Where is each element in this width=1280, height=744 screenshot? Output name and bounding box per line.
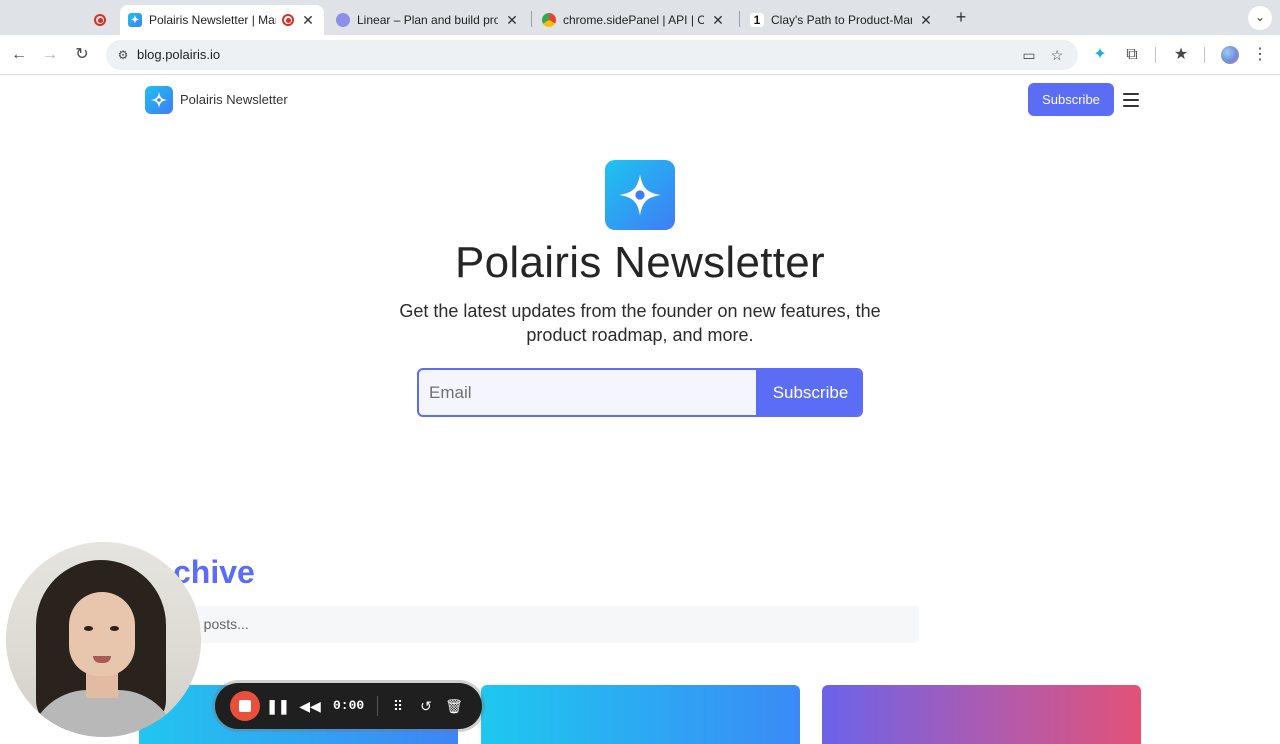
post-card[interactable] [481,685,800,744]
close-icon[interactable]: ✕ [710,12,726,29]
delete-icon[interactable]: 🗑 [442,694,466,718]
extensions-icon[interactable]: ⧉ [1120,43,1144,67]
recording-icon [94,14,106,26]
hamburger-menu-icon[interactable] [1123,93,1139,107]
toolbar-divider [1155,47,1156,63]
camera-icon[interactable]: ▭ [1019,45,1039,65]
tab-recording[interactable] [80,5,120,35]
search-posts-input[interactable]: ch posts... [139,606,919,643]
email-input[interactable] [419,370,756,415]
webcam-overlay[interactable] [6,542,201,737]
stop-recording-button[interactable] [230,691,260,721]
back-icon[interactable]: ← [7,43,31,67]
tab-separator [531,11,532,27]
tab-polairis[interactable]: ✦ Polairis Newsletter | Mana ✕ [120,5,324,35]
close-icon[interactable]: ✕ [504,12,520,29]
nav-subscribe-button[interactable]: Subscribe [1028,83,1114,116]
tab-clay[interactable]: 1 Clay's Path to Product-Marke ✕ [742,5,942,35]
tab-linear[interactable]: Linear – Plan and build produ ✕ [328,5,528,35]
tab-title: chrome.sidePanel | API | Ch [563,13,704,27]
address-url[interactable]: blog.polairis.io [137,47,220,62]
toolbar-divider [1204,47,1205,63]
polairis-favicon-icon: ✦ [128,13,142,27]
bookmarks-icon[interactable]: ★ [1169,43,1193,67]
subscribe-button[interactable]: Subscribe [756,370,861,415]
site-name[interactable]: Polairis Newsletter [180,92,288,107]
tab-title: Linear – Plan and build produ [357,13,498,27]
sparkle-icon [619,174,661,216]
restart-icon[interactable]: ↺ [414,694,438,718]
tab-title: Clay's Path to Product-Marke [771,13,912,27]
gemini-icon[interactable]: ✦ [1088,43,1112,67]
recorder-divider [377,696,378,716]
sparkle-icon [150,91,168,109]
notion-favicon-icon: 1 [750,13,764,27]
site-info-icon[interactable]: ⚙ [114,46,132,64]
recording-timer: 0:00 [333,698,365,713]
rewind-icon[interactable]: ◀◀ [298,694,322,718]
address-bar[interactable]: ⚙ blog.polairis.io ▭ ☆ [106,40,1078,70]
chrome-favicon-icon [542,13,556,27]
recorder-bar: ❚❚ ◀◀ 0:00 ⠿ ↺ 🗑 [215,683,482,729]
subscribe-form: Subscribe [417,368,863,417]
tab-separator [739,11,740,27]
close-icon[interactable]: ✕ [300,12,316,29]
bookmark-star-icon[interactable]: ☆ [1047,45,1067,65]
profile-avatar[interactable] [1221,46,1239,64]
tab-strip: ✦ Polairis Newsletter | Mana ✕ Linear – … [0,0,1280,35]
pause-icon[interactable]: ❚❚ [266,694,290,718]
recording-icon [282,14,294,26]
site-logo[interactable] [145,86,173,114]
new-tab-button[interactable]: + [950,6,972,28]
forward-icon[interactable]: → [38,43,62,67]
tab-title: Polairis Newsletter | Mana [149,13,276,27]
tab-chrome-sidepanel[interactable]: chrome.sidePanel | API | Ch ✕ [534,5,734,35]
page-title: Polairis Newsletter [454,238,826,287]
page-subtitle: Get the latest updates from the founder … [399,301,881,345]
linear-favicon-icon [336,13,350,27]
menu-kebab-icon[interactable]: ⋮ [1248,43,1272,67]
grid-icon[interactable]: ⠿ [386,694,410,718]
post-card[interactable] [822,685,1141,744]
tab-search-button[interactable]: ⌄ [1248,6,1272,30]
hero-logo [605,160,675,230]
close-icon[interactable]: ✕ [918,12,934,29]
reload-icon[interactable]: ↻ [70,43,94,67]
browser-toolbar: ← → ↻ ⚙ blog.polairis.io ▭ ☆ ✦ ⧉ ★ ⋮ [0,35,1280,75]
